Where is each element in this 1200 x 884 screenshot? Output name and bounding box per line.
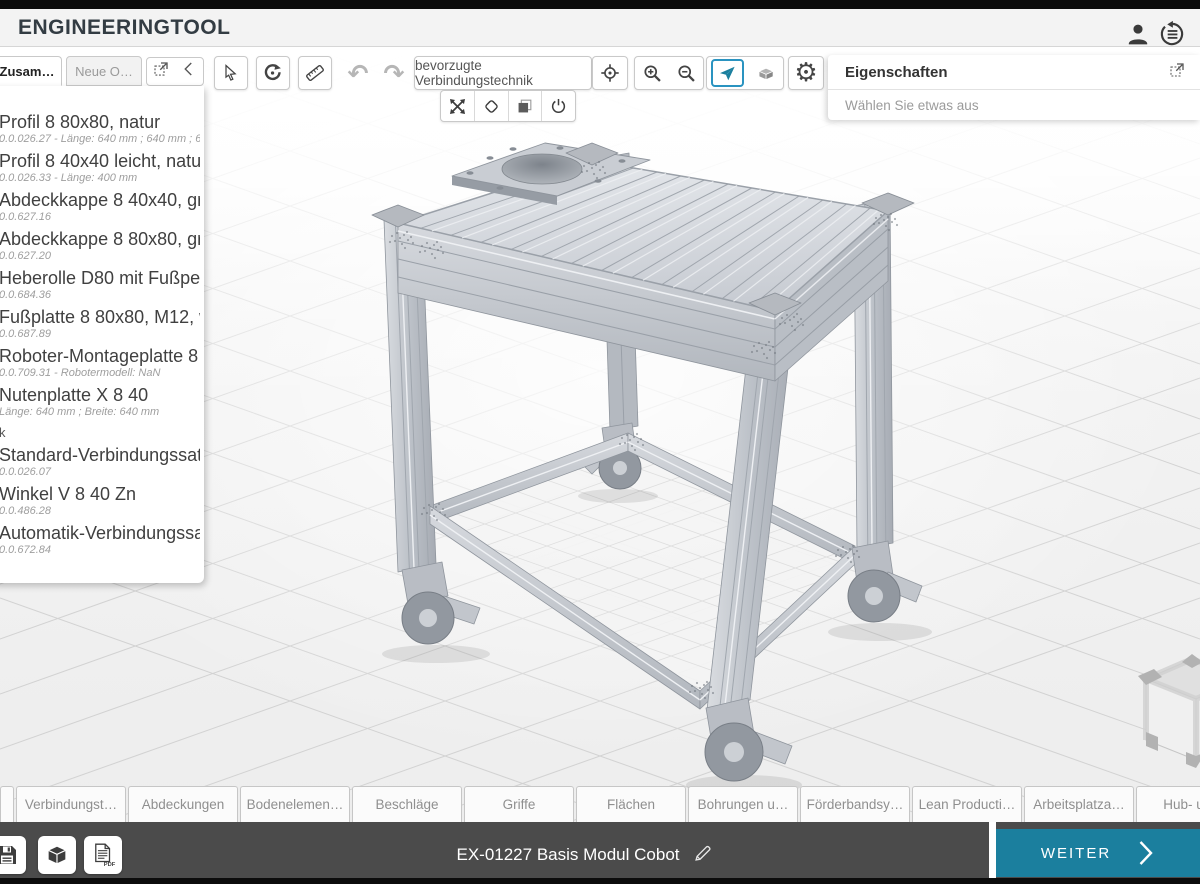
properties-empty-hint: Wählen Sie etwas aus [828, 90, 1200, 120]
part-list-item[interactable]: Standard-Verbindungssatz … 0.0.026.07 [0, 445, 200, 479]
gear-icon: ⚙ [794, 60, 817, 86]
part-list-item[interactable]: Roboter-Montageplatte 8 2… 0.0.709.31 - … [0, 346, 200, 380]
wireframe-toggle-button[interactable] [475, 91, 508, 121]
undo-button[interactable]: ↶ [341, 56, 375, 90]
part-list-item[interactable]: Abdeckkappe 8 80x80, gra… 0.0.627.20 [0, 229, 200, 263]
render-mode-group [706, 56, 784, 90]
connection-technique-dropdown[interactable]: bevorzugte Verbindungstechnik [414, 56, 592, 90]
zoom-out-button[interactable] [669, 57, 703, 89]
chevron-right-icon [1137, 840, 1155, 866]
pdf-document-icon: PDF [90, 842, 116, 868]
parts-section-label: k [0, 424, 200, 442]
project-name: EX-01227 Basis Modul Cobot [456, 845, 679, 865]
display-options-group [440, 90, 576, 122]
news-feedback-button[interactable] [1158, 20, 1186, 48]
tab-new-group-label: Neue O… [75, 64, 133, 79]
edit-project-name-button[interactable] [692, 842, 714, 869]
part-list-item[interactable]: Abdeckkappe 8 40x40, gra… 0.0.627.16 [0, 190, 200, 224]
shaded-toggle-button[interactable] [508, 91, 541, 121]
category-tab-clipped[interactable] [0, 786, 14, 822]
collapse-panel-button[interactable] [180, 60, 198, 83]
settings-button[interactable]: ⚙ [788, 56, 824, 90]
pencil-icon [692, 842, 714, 864]
popout-panel-button[interactable] [152, 60, 170, 83]
project-name-area: EX-01227 Basis Modul Cobot [400, 836, 770, 874]
part-list-item[interactable]: Nutenplatte X 8 40 Länge: 640 mm ; Breit… [0, 385, 200, 419]
rotate-view-button[interactable] [256, 56, 290, 90]
app-title: ENGINEERINGTOOL [18, 16, 230, 40]
save-button[interactable] [0, 836, 26, 874]
category-tab-bodenelemente[interactable]: Bodenelemen… [240, 786, 350, 822]
part-list-item[interactable]: Profil 8 40x40 leicht, natur 0.0.026.33 … [0, 151, 200, 185]
weiter-label: WEITER [1041, 845, 1111, 862]
category-tab-flaechen[interactable]: Flächen [576, 786, 686, 822]
user-icon [1125, 21, 1151, 47]
bottom-black-strip [0, 878, 1200, 884]
save-icon [0, 843, 19, 867]
select-tool-button[interactable] [214, 56, 248, 90]
category-tab-lean-production[interactable]: Lean Producti… [912, 786, 1022, 822]
power-toggle-button[interactable] [542, 91, 575, 121]
export-pdf-button[interactable]: PDF [84, 836, 122, 874]
assembly-panel-controls [146, 57, 204, 86]
tab-assembly[interactable]: Zusam… [0, 56, 62, 86]
solid-mode-button[interactable] [748, 57, 785, 89]
category-tab-arbeitsplatzausstattung[interactable]: Arbeitsplatza… [1024, 786, 1134, 822]
top-black-strip [0, 0, 1200, 9]
cube-icon [44, 842, 70, 868]
brick-icon [756, 63, 777, 84]
category-tab-beschlaege[interactable]: Beschläge [352, 786, 462, 822]
crosshair-icon [599, 62, 621, 84]
popout-properties-button[interactable] [1168, 61, 1186, 84]
filled-square-icon [515, 97, 534, 116]
user-account-button[interactable] [1124, 20, 1152, 48]
zoom-in-button[interactable] [635, 57, 669, 89]
engineeringtool-app: ENGINEERINGTOOL Zusam… Neue O… [0, 0, 1200, 884]
category-tab-verbindungstechnik[interactable]: Verbindungst… [16, 786, 126, 822]
part-list-item[interactable]: Profil 8 80x80, natur 0.0.026.27 - Länge… [0, 112, 200, 146]
weiter-button[interactable]: WEITER [996, 829, 1200, 877]
measure-tool-button[interactable] [298, 56, 332, 90]
diamond-outline-icon [482, 97, 501, 116]
properties-title: Eigenschaften [845, 64, 948, 81]
zoom-in-icon [642, 63, 663, 84]
fly-mode-button[interactable] [707, 57, 748, 89]
tab-assembly-label: Zusam… [0, 64, 54, 79]
rotate-icon [262, 62, 284, 84]
weiter-divider [989, 822, 996, 878]
category-tab-foerderbandsysteme[interactable]: Förderbandsy… [800, 786, 910, 822]
part-list-item[interactable]: Fußplatte 8 80x80, M12, w… 0.0.687.89 [0, 307, 200, 341]
zoom-button-group [634, 56, 704, 90]
connection-dropdown-label: bevorzugte Verbindungstechnik [415, 58, 591, 88]
category-tab-abdeckungen[interactable]: Abdeckungen [128, 786, 238, 822]
arrows-out-icon [448, 97, 467, 116]
parts-list-panel[interactable]: Profil 8 80x80, natur 0.0.026.27 - Länge… [0, 86, 204, 583]
category-tab-griffe[interactable]: Griffe [464, 786, 574, 822]
export-3d-button[interactable] [38, 836, 76, 874]
redo-button[interactable]: ↷ [377, 56, 411, 90]
part-list-item[interactable]: Automatik-Verbindungssat… 0.0.672.84 [0, 523, 200, 557]
cursor-icon [221, 63, 241, 83]
zoom-out-icon [676, 63, 697, 84]
center-view-button[interactable] [592, 56, 628, 90]
part-list-item[interactable]: Winkel V 8 40 Zn 0.0.486.28 [0, 484, 200, 518]
ruler-icon [304, 62, 326, 84]
undo-icon: ↶ [348, 61, 369, 86]
redo-icon: ↷ [384, 61, 405, 86]
category-tab-hub[interactable]: Hub- und [1136, 786, 1200, 822]
svg-text:PDF: PDF [104, 862, 116, 868]
properties-header: Eigenschaften [828, 55, 1200, 90]
properties-panel: Eigenschaften Wählen Sie etwas aus [828, 55, 1200, 120]
fit-view-button[interactable] [441, 91, 474, 121]
power-icon [549, 97, 568, 116]
tab-new-group[interactable]: Neue O… [66, 56, 142, 86]
popout-icon [1168, 61, 1186, 79]
changelog-icon [1158, 20, 1186, 48]
part-list-item[interactable]: Heberolle D80 mit Fußped… 0.0.684.36 [0, 268, 200, 302]
app-header: ENGINEERINGTOOL [0, 9, 1200, 47]
paper-plane-icon [718, 64, 737, 83]
category-tab-bohrungen[interactable]: Bohrungen u… [688, 786, 798, 822]
